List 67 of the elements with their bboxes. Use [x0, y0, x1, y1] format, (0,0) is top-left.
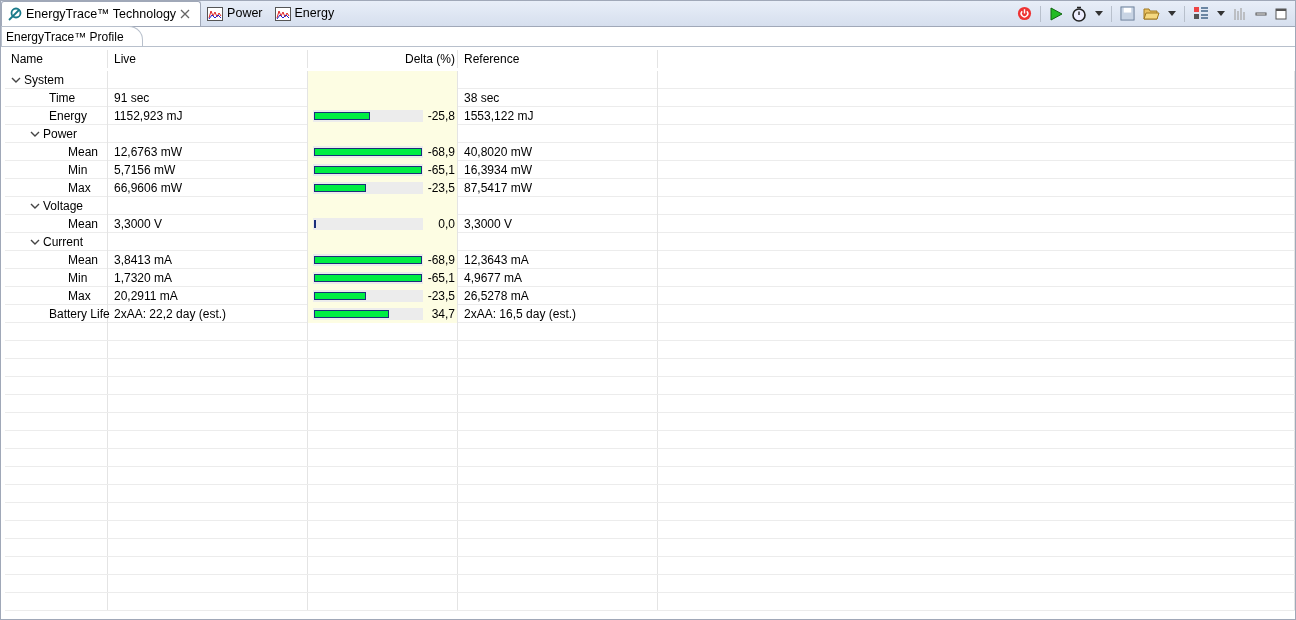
layout-icon[interactable]: [1191, 6, 1211, 21]
tree-item[interactable]: Min: [68, 269, 88, 287]
column-header: Delta (%): [405, 51, 455, 68]
table-cell-text: 34,7: [431, 306, 455, 323]
table-cell-text: 1553,122 mJ: [464, 108, 534, 125]
tree-item[interactable]: Current: [43, 233, 83, 251]
table-cell-text: 20,2911 mA: [114, 288, 178, 305]
chevron-icon[interactable]: [30, 202, 40, 210]
tree-item[interactable]: Max: [68, 287, 91, 305]
table-cell-text: 0,0: [438, 216, 455, 233]
tree-item[interactable]: Max: [68, 179, 91, 197]
table-cell-text: -23,5: [427, 288, 455, 305]
close-icon[interactable]: [180, 9, 191, 19]
caret-icon[interactable]: [1093, 11, 1105, 16]
tree-item[interactable]: Energy: [49, 107, 88, 125]
table-cell-text: -68,9: [427, 144, 455, 161]
stopwatch-icon[interactable]: [1069, 5, 1089, 22]
chevron-icon[interactable]: [11, 76, 21, 84]
table-cell-text: 91 sec: [114, 90, 150, 107]
view-tab[interactable]: EnergyTrace™ Technology: [1, 1, 202, 26]
power-icon[interactable]: [1015, 6, 1034, 21]
table-cell-text: 38 sec: [464, 90, 500, 107]
chevron-icon[interactable]: [30, 238, 40, 246]
caret-icon[interactable]: [1215, 11, 1227, 16]
table-cell-text: 87,5417 mW: [464, 180, 533, 197]
column-header: Live: [114, 51, 136, 68]
table-cell-text: -68,9: [427, 252, 455, 269]
magnifier-icon: [8, 7, 22, 21]
maximize-icon[interactable]: [1273, 7, 1289, 20]
table-cell-text: 12,6763 mW: [114, 144, 183, 161]
tree-item[interactable]: Min: [68, 161, 88, 179]
tree-item[interactable]: Mean: [68, 143, 99, 161]
table-cell-text: 1152,923 mJ: [114, 108, 183, 125]
table-cell-text: 5,7156 mW: [114, 162, 176, 179]
table-cell-text: 40,8020 mW: [464, 144, 533, 161]
table-cell-text: 2xAA: 16,5 day (est.): [464, 306, 577, 323]
table-cell-text: -65,1: [427, 270, 455, 287]
table-cell-text: 4,9677 mA: [464, 270, 523, 287]
tree-item[interactable]: Voltage: [43, 197, 84, 215]
caret-icon[interactable]: [1166, 11, 1178, 16]
table-cell-text: -25,8: [427, 108, 455, 125]
table-cell-text: 12,3643 mA: [464, 252, 529, 269]
profile-tab[interactable]: EnergyTrace™ Profile: [1, 26, 143, 46]
table-cell-text: 1,7320 mA: [114, 270, 173, 287]
chart-icon: [274, 6, 291, 21]
tree-item[interactable]: Power: [43, 125, 77, 143]
chevron-icon[interactable]: [30, 130, 40, 138]
tree-item[interactable]: Mean: [68, 215, 99, 233]
table-cell-text: -65,1: [427, 162, 455, 179]
tree-item[interactable]: Mean: [68, 251, 99, 269]
table-cell-text: 3,8413 mA: [114, 252, 173, 269]
column-header: Reference: [464, 51, 520, 68]
tree-item[interactable]: System: [24, 71, 64, 89]
tree-item[interactable]: Time: [49, 89, 76, 107]
table-cell-text: 3,3000 V: [114, 216, 163, 233]
table-cell-text: -23,5: [427, 180, 455, 197]
column-header: Name: [11, 51, 43, 68]
chart-icon: [207, 6, 224, 21]
view-tab[interactable]: Power: [201, 1, 269, 26]
table-cell-text: 3,3000 V: [464, 216, 513, 233]
play-icon[interactable]: [1047, 6, 1065, 21]
table-cell-text: 66,9606 mW: [114, 180, 183, 197]
table-cell-text: 16,3934 mW: [464, 162, 533, 179]
table-cell-text: 2xAA: 22,2 day (est.): [114, 306, 227, 323]
tree-item[interactable]: Battery Life: [49, 305, 110, 323]
table-cell-text: 26,5278 mA: [464, 288, 529, 305]
view-tab[interactable]: Energy: [268, 1, 341, 26]
